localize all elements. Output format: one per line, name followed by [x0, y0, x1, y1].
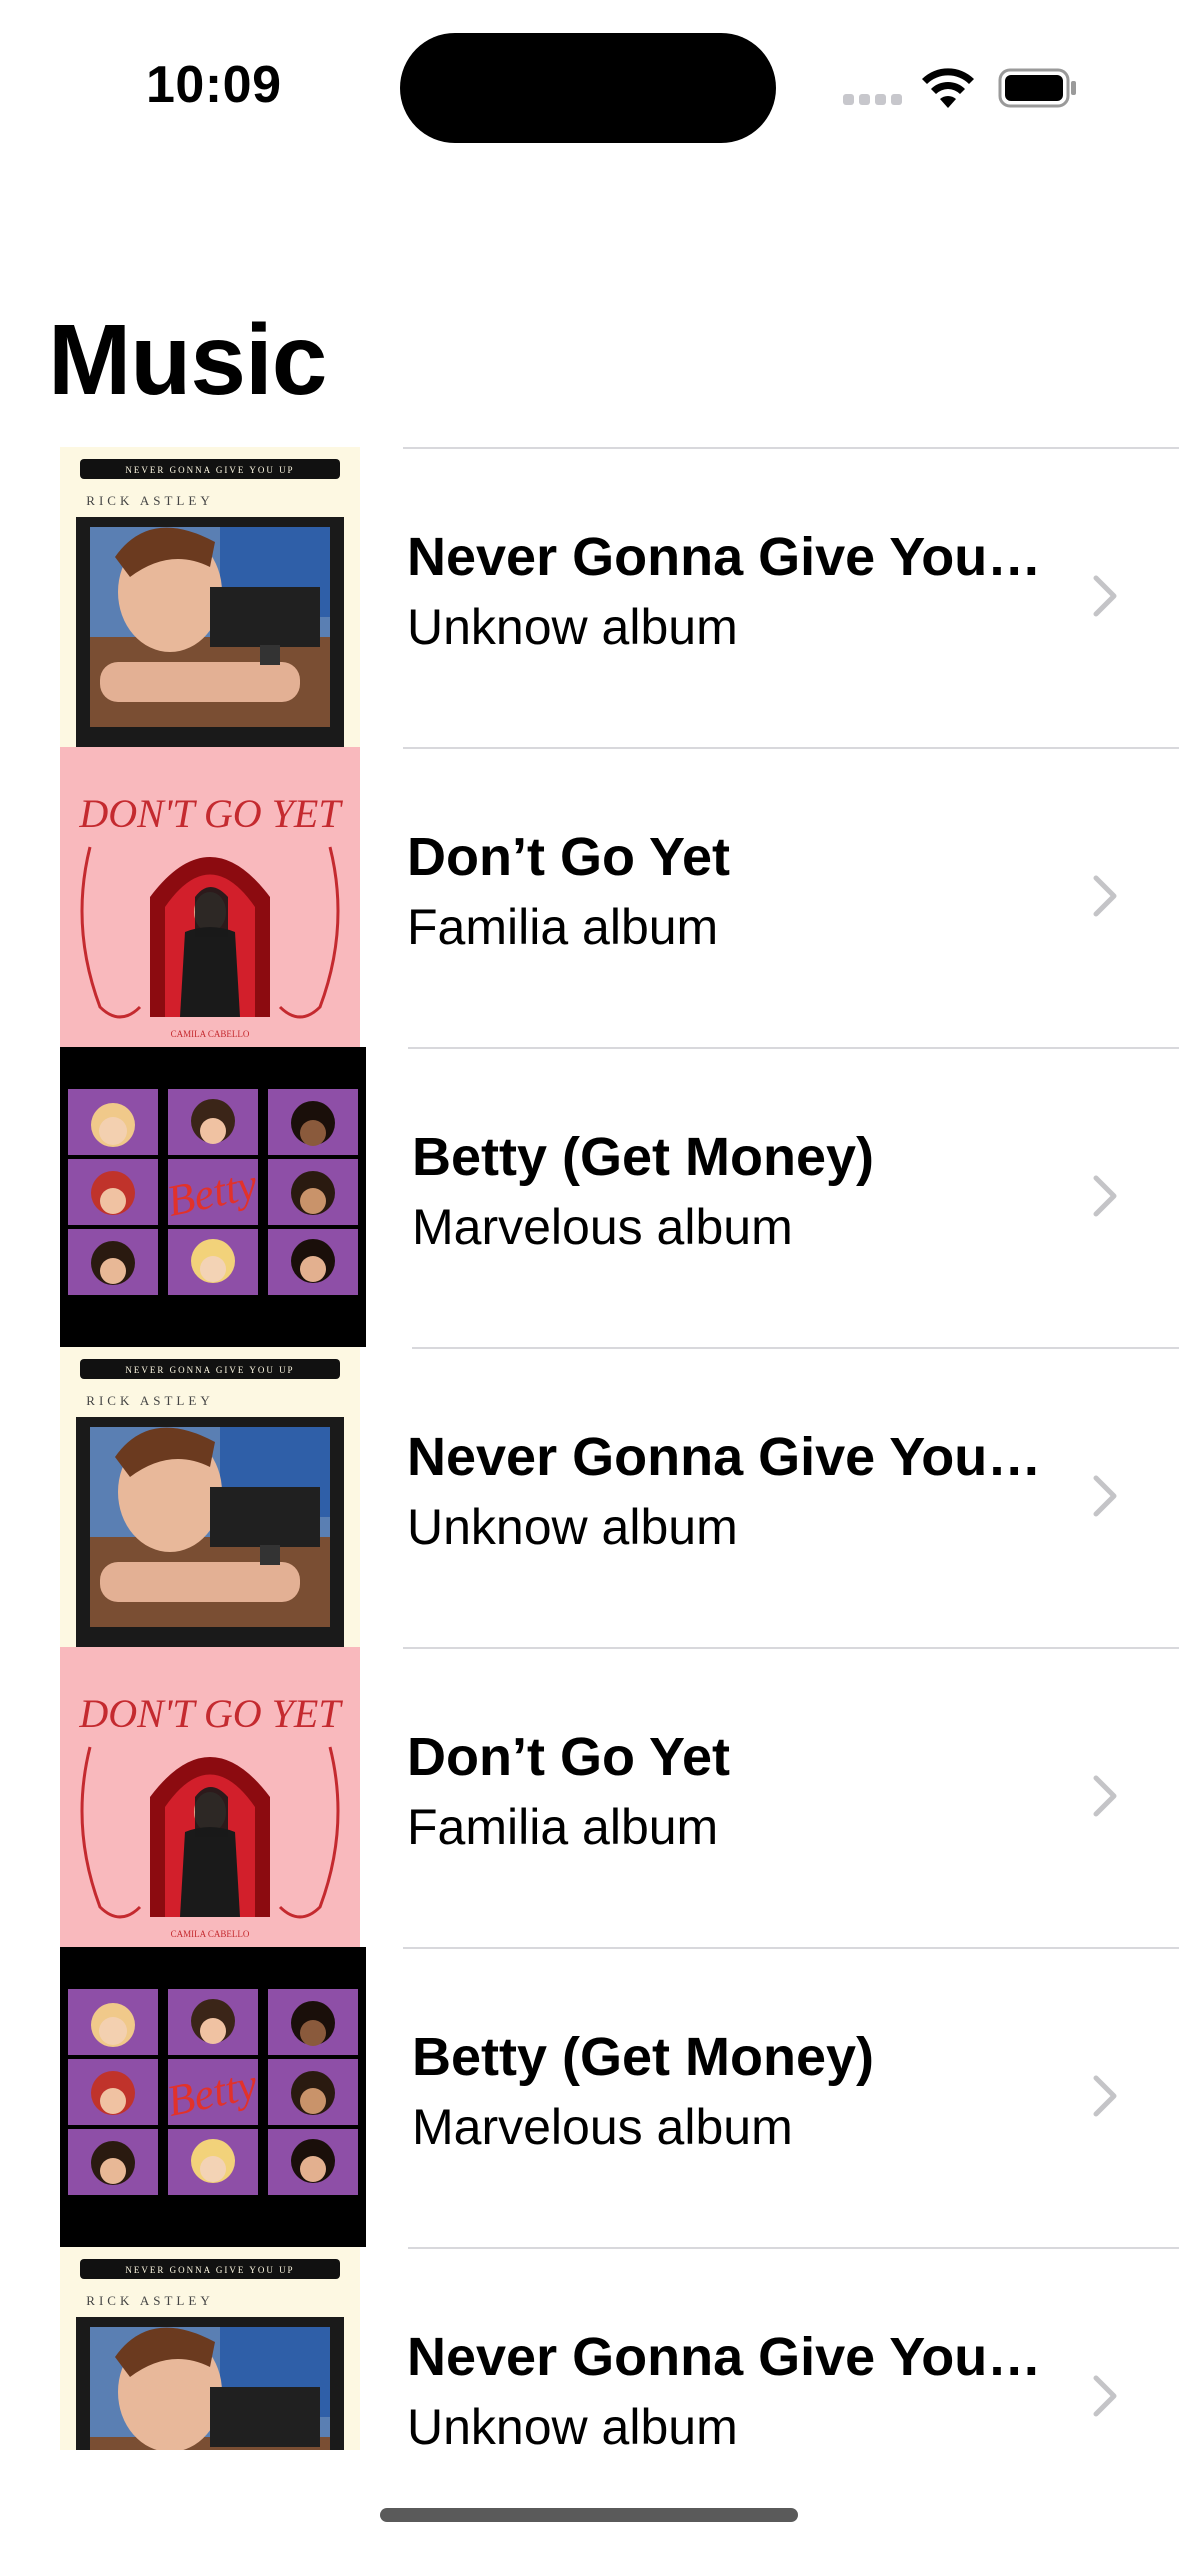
- rick-header-text: NEVER GONNA GIVE YOU UP: [125, 2265, 294, 2275]
- dont-go-yet-title-text: DON'T GO YET: [78, 791, 343, 836]
- chevron-right-icon[interactable]: [1090, 1770, 1120, 1822]
- home-indicator[interactable]: [380, 2508, 798, 2522]
- song-title: Betty (Get Money): [412, 1127, 875, 1187]
- rick-name-text: RICK ASTLEY: [86, 1393, 213, 1408]
- list-item[interactable]: NEVER GONNA GIVE YOU UP RICK ASTLEY Neve…: [0, 447, 1179, 747]
- page-title: Music: [48, 304, 327, 416]
- rick-astley-artwork: NEVER GONNA GIVE YOU UP RICK ASTLEY: [60, 2247, 360, 2450]
- dont-go-yet-artist-text: CAMILA CABELLO: [171, 1029, 250, 1039]
- list-item[interactable]: DON'T GO YET CAMILA CABELLO Don’t Go Yet…: [0, 747, 1179, 1047]
- row-separator: [403, 747, 1179, 749]
- song-title: Don’t Go Yet: [407, 1727, 731, 1787]
- song-subtitle: Familia album: [407, 899, 719, 955]
- rick-header-text: NEVER GONNA GIVE YOU UP: [125, 1365, 294, 1375]
- rick-header-text: NEVER GONNA GIVE YOU UP: [125, 465, 294, 475]
- rick-name-text: RICK ASTLEY: [86, 2293, 213, 2308]
- row-separator: [403, 1647, 1179, 1649]
- list-item[interactable]: DON'T GO YET CAMILA CABELLO Don’t Go Yet…: [0, 1647, 1179, 1947]
- song-list[interactable]: NEVER GONNA GIVE YOU UP RICK ASTLEY Neve…: [0, 447, 1179, 2450]
- chevron-right-icon[interactable]: [1090, 1170, 1120, 1222]
- cellular-signal-icon: [843, 94, 903, 106]
- song-subtitle: Unknow album: [407, 1499, 738, 1555]
- list-item[interactable]: Betty Betty (Get Money) Marvelous album: [0, 1047, 1179, 1347]
- rick-astley-artwork: NEVER GONNA GIVE YOU UP RICK ASTLEY: [60, 447, 360, 747]
- song-title: Don’t Go Yet: [407, 827, 731, 887]
- list-item[interactable]: NEVER GONNA GIVE YOU UP RICK ASTLEY Neve…: [0, 2247, 1179, 2450]
- battery-icon: [998, 68, 1076, 108]
- song-subtitle: Unknow album: [407, 2399, 738, 2450]
- betty-artwork: Betty: [60, 1947, 366, 2247]
- song-title: Never Gonna Give You Up: [407, 527, 1047, 587]
- list-item[interactable]: Betty Betty (Get Money) Marvelous album: [0, 1947, 1179, 2247]
- wifi-icon: [922, 68, 974, 108]
- chevron-right-icon[interactable]: [1090, 870, 1120, 922]
- dont-go-yet-artwork: DON'T GO YET CAMILA CABELLO: [60, 1647, 360, 1947]
- status-time: 10:09: [146, 56, 282, 114]
- song-subtitle: Marvelous album: [412, 1199, 793, 1255]
- status-bar: 10:09: [0, 0, 1179, 160]
- dont-go-yet-artist-text: CAMILA CABELLO: [171, 1929, 250, 1939]
- song-subtitle: Unknow album: [407, 599, 738, 655]
- row-separator: [403, 447, 1179, 449]
- song-title: Never Gonna Give You Up: [407, 2327, 1047, 2387]
- chevron-right-icon[interactable]: [1090, 570, 1120, 622]
- song-subtitle: Familia album: [407, 1799, 719, 1855]
- chevron-right-icon[interactable]: [1090, 2070, 1120, 2122]
- song-subtitle: Marvelous album: [412, 2099, 793, 2155]
- row-separator: [408, 2247, 1179, 2249]
- dynamic-island: [400, 33, 776, 143]
- dont-go-yet-artwork: DON'T GO YET CAMILA CABELLO: [60, 747, 360, 1047]
- rick-name-text: RICK ASTLEY: [86, 493, 213, 508]
- dont-go-yet-title-text: DON'T GO YET: [78, 1691, 343, 1736]
- row-separator: [403, 1947, 1179, 1949]
- row-separator: [412, 1347, 1179, 1349]
- row-separator: [408, 1047, 1179, 1049]
- list-item[interactable]: NEVER GONNA GIVE YOU UP RICK ASTLEY Neve…: [0, 1347, 1179, 1647]
- betty-artwork: Betty: [60, 1047, 366, 1347]
- song-title: Betty (Get Money): [412, 2027, 875, 2087]
- song-title: Never Gonna Give You Up: [407, 1427, 1047, 1487]
- chevron-right-icon[interactable]: [1090, 2370, 1120, 2422]
- rick-astley-artwork: NEVER GONNA GIVE YOU UP RICK ASTLEY: [60, 1347, 360, 1647]
- chevron-right-icon[interactable]: [1090, 1470, 1120, 1522]
